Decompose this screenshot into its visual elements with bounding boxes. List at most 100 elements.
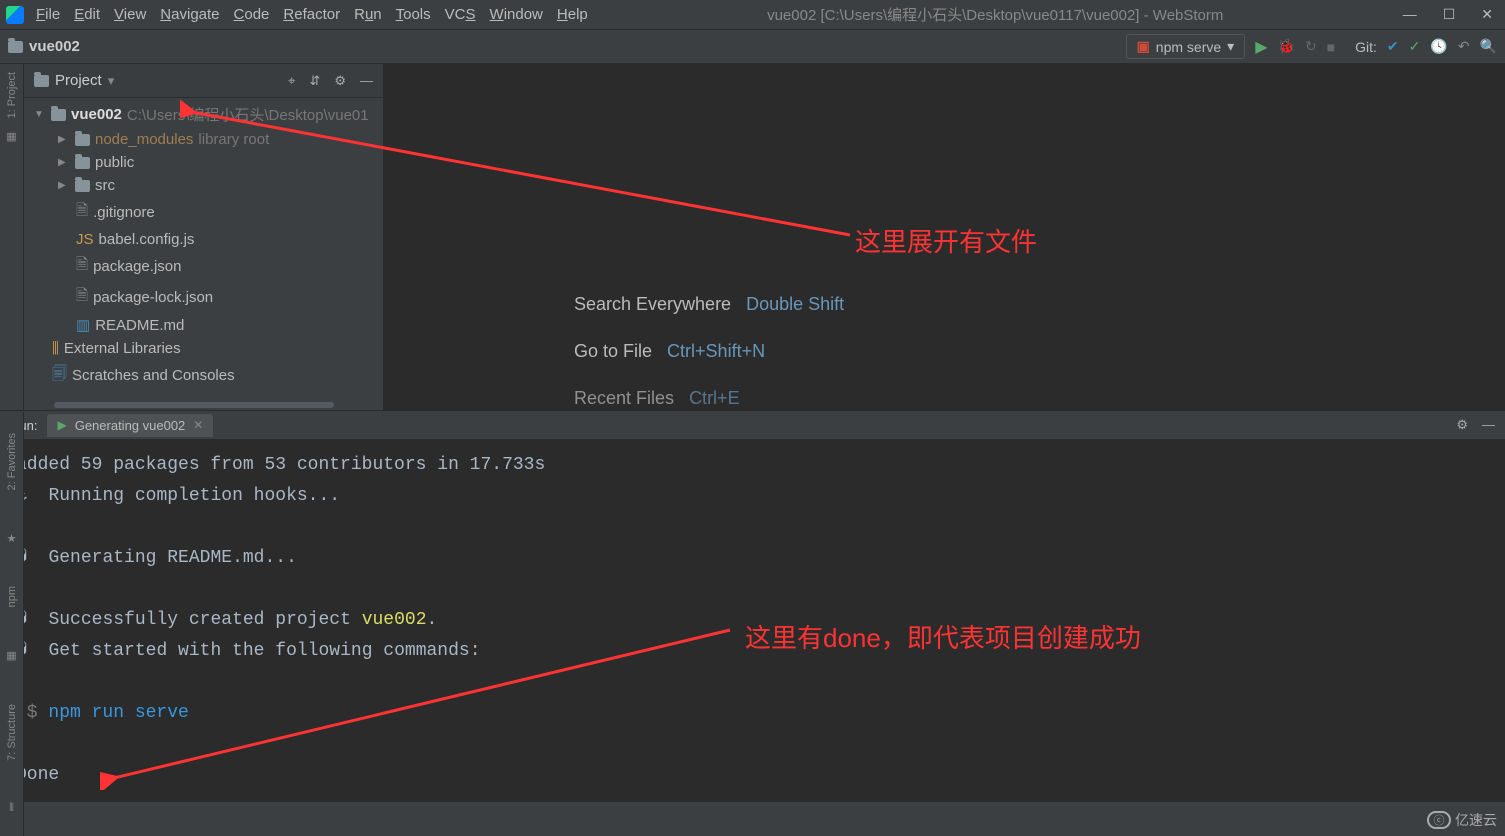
tree-item-src[interactable]: ▶ src xyxy=(24,174,383,197)
tool-tab-favorites[interactable]: 2: Favorites xyxy=(6,433,18,490)
titlebar: File Edit View Navigate Code Refactor Ru… xyxy=(0,0,1505,30)
minimize-button[interactable]: — xyxy=(1403,6,1417,23)
panel-title[interactable]: Project xyxy=(55,72,102,89)
close-tab-icon[interactable]: ✕ xyxy=(193,418,203,432)
close-button[interactable]: ✕ xyxy=(1481,6,1493,23)
folder-icon xyxy=(51,109,66,121)
locate-icon[interactable]: ⌖ xyxy=(288,73,295,89)
rerun-button[interactable]: ↻ xyxy=(1305,38,1317,55)
expand-icon[interactable]: ▶ xyxy=(58,180,70,191)
maximize-button[interactable]: ☐ xyxy=(1443,6,1456,23)
folder-icon xyxy=(75,180,90,192)
hint-search: Search Everywhere Double Shift xyxy=(574,294,1505,315)
editor-empty-state: Search Everywhere Double Shift Go to Fil… xyxy=(384,64,1505,410)
git-commit-button[interactable]: ✓ xyxy=(1409,38,1421,55)
hide-icon[interactable]: — xyxy=(360,73,373,88)
main-menu: File Edit View Navigate Code Refactor Ru… xyxy=(36,6,588,23)
left-gutter: 1: Project ▦ xyxy=(0,64,24,410)
menu-navigate[interactable]: Navigate xyxy=(160,6,219,23)
menu-view[interactable]: View xyxy=(114,6,146,23)
terminal-output[interactable]: added 59 packages from 53 contributors i… xyxy=(0,440,1505,802)
tree-external[interactable]: ⫼ External Libraries xyxy=(24,337,383,360)
library-icon: ⫼ xyxy=(52,340,59,357)
js-file-icon: JS xyxy=(76,231,94,248)
gear-icon[interactable]: ⚙ xyxy=(334,73,346,89)
expand-icon[interactable]: ▶ xyxy=(58,134,70,145)
run-panel-header: Run: ▶ Generating vue002 ✕ ⚙ — xyxy=(0,410,1505,440)
md-file-icon: ▥ xyxy=(76,316,90,334)
hint-key: Ctrl+Shift+N xyxy=(667,341,765,361)
menu-vcs[interactable]: VCS xyxy=(445,6,476,23)
search-button[interactable]: 🔍 xyxy=(1480,38,1497,55)
tree-item-node_modules[interactable]: ▶ node_modules library root xyxy=(24,128,383,151)
hint-label: Go to File xyxy=(574,341,652,361)
expand-icon[interactable]: ▼ xyxy=(34,109,46,120)
toolbar: vue002 ▣ npm serve ▾ ▶ 🐞 ↻ ■ Git: ✔ ✓ 🕓 … xyxy=(0,30,1505,64)
folder-icon xyxy=(75,157,90,169)
item-label: package-lock.json xyxy=(93,289,213,306)
chevron-down-icon[interactable]: ▾ xyxy=(108,73,115,89)
hint-gotofile: Go to File Ctrl+Shift+N xyxy=(574,341,1505,362)
watermark: ⓒ 亿速云 xyxy=(1427,810,1497,830)
breadcrumb[interactable]: vue002 xyxy=(8,38,80,55)
git-update-button[interactable]: ✔ xyxy=(1387,38,1399,55)
tree-item-babel[interactable]: JS babel.config.js xyxy=(24,228,383,251)
webstorm-logo-icon xyxy=(6,6,24,24)
item-suffix: library root xyxy=(198,131,269,148)
item-label: babel.config.js xyxy=(99,231,195,248)
run-config-label: npm serve xyxy=(1156,39,1221,55)
git-revert-button[interactable]: ↶ xyxy=(1458,38,1470,55)
debug-button[interactable]: 🐞 xyxy=(1278,38,1295,55)
expand-icon[interactable]: ▶ xyxy=(58,157,70,168)
tool-tab-project[interactable]: 1: Project xyxy=(6,72,18,118)
run-button[interactable]: ▶ xyxy=(1255,37,1267,57)
tree-item-gitignore[interactable]: 🗎 .gitignore xyxy=(24,197,383,228)
git-history-button[interactable]: 🕓 xyxy=(1430,38,1447,55)
tree-scrollbar[interactable] xyxy=(54,402,334,408)
menu-window[interactable]: Window xyxy=(490,6,543,23)
item-label: node_modules xyxy=(95,131,193,148)
gear-icon[interactable]: ⚙ xyxy=(1456,417,1468,433)
run-tab[interactable]: ▶ Generating vue002 ✕ xyxy=(47,414,213,437)
chevron-down-icon: ▾ xyxy=(1227,38,1234,55)
menu-tools[interactable]: Tools xyxy=(396,6,431,23)
tool-tab-npm[interactable]: npm xyxy=(6,586,18,607)
run-config-selector[interactable]: ▣ npm serve ▾ xyxy=(1126,34,1246,59)
tree-root[interactable]: ▼ vue002 C:\Users\编程小石头\Desktop\vue01 xyxy=(24,101,383,128)
folder-icon: ▦ xyxy=(6,130,16,143)
npm-icon: ▦ xyxy=(6,649,16,662)
menu-run[interactable]: Run xyxy=(354,6,382,23)
run-tab-label: Generating vue002 xyxy=(75,418,186,433)
item-label: Scratches and Consoles xyxy=(72,367,235,384)
menu-edit[interactable]: Edit xyxy=(74,6,100,23)
folder-icon xyxy=(8,41,23,53)
scratch-icon: 🗐 xyxy=(52,363,67,388)
tree-item-package[interactable]: 🗎 package.json xyxy=(24,251,383,282)
watermark-text: 亿速云 xyxy=(1455,810,1497,830)
menu-file[interactable]: File xyxy=(36,6,60,23)
stop-button[interactable]: ■ xyxy=(1327,39,1335,55)
tool-tab-structure[interactable]: 7: Structure xyxy=(6,704,18,761)
menu-code[interactable]: Code xyxy=(234,6,270,23)
tree-item-public[interactable]: ▶ public xyxy=(24,151,383,174)
collapse-icon[interactable]: ⇵ xyxy=(309,73,320,89)
menu-help[interactable]: Help xyxy=(557,6,588,23)
project-panel-header: Project ▾ ⌖ ⇵ ⚙ — xyxy=(24,64,383,98)
tree-item-packagelock[interactable]: 🗎 package-lock.json xyxy=(24,282,383,313)
tree-scratches[interactable]: 🗐 Scratches and Consoles xyxy=(24,360,383,391)
menu-refactor[interactable]: Refactor xyxy=(283,6,340,23)
item-label: .gitignore xyxy=(93,204,155,221)
hide-icon[interactable]: — xyxy=(1482,417,1495,433)
folder-icon xyxy=(75,134,90,146)
hint-label: Search Everywhere xyxy=(574,294,731,314)
item-label: package.json xyxy=(93,258,181,275)
folder-icon xyxy=(34,75,49,87)
file-icon: 🗎 xyxy=(76,200,88,225)
root-path: C:\Users\编程小石头\Desktop\vue01 xyxy=(127,104,369,125)
main-area: 1: Project ▦ Project ▾ ⌖ ⇵ ⚙ — ▼ vue002 … xyxy=(0,64,1505,410)
project-panel: Project ▾ ⌖ ⇵ ⚙ — ▼ vue002 C:\Users\编程小石… xyxy=(24,64,384,410)
tree-item-readme[interactable]: ▥ README.md xyxy=(24,313,383,337)
item-label: External Libraries xyxy=(64,340,181,357)
play-icon: ▶ xyxy=(57,418,66,432)
hint-key: Ctrl+E xyxy=(689,388,740,408)
